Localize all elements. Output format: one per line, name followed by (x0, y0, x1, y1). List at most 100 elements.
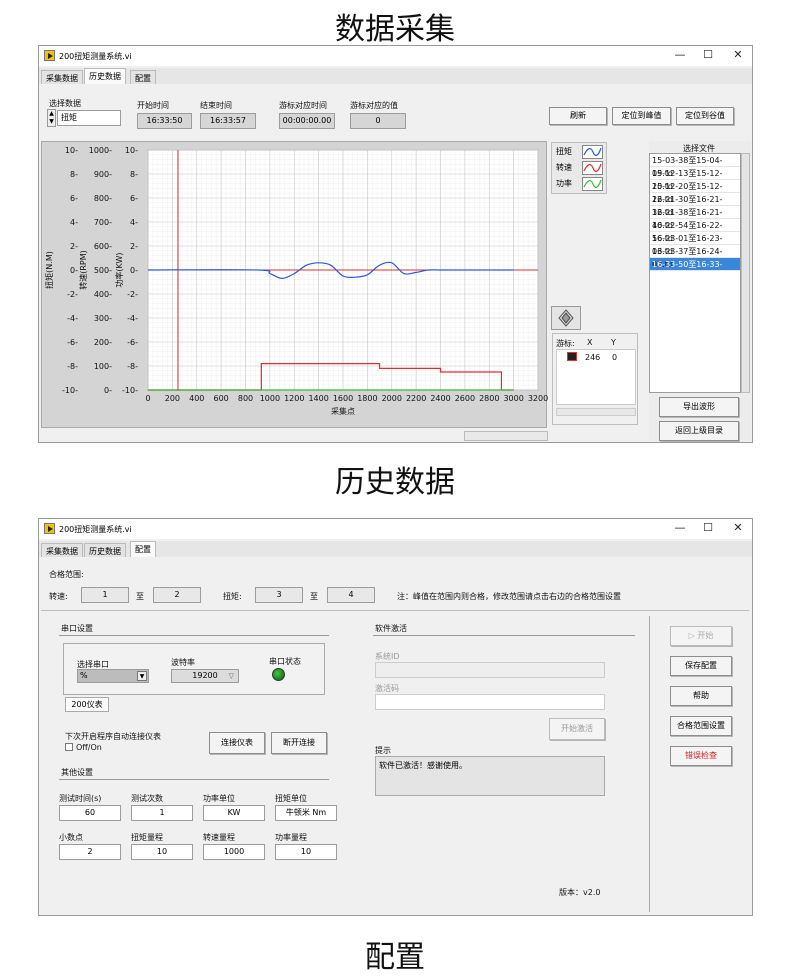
torque-unit-input[interactable]: 牛顿米 Nm (275, 805, 337, 821)
test-count-label: 测试次数 (131, 794, 163, 803)
select-data-value[interactable]: 扭矩 (57, 110, 121, 126)
x-tick-label: 2600 (455, 394, 475, 403)
decimal-input[interactable]: 2 (59, 844, 121, 860)
y-tick-label: 8- (130, 170, 138, 179)
export-waveform-button[interactable]: 导出波形 (659, 397, 739, 417)
maximize-button[interactable]: ☐ (699, 48, 717, 61)
file-list-scrollbar[interactable] (741, 153, 750, 393)
cursor-x-header: X (587, 338, 593, 347)
y-axis-label: 转速(RPM) (78, 250, 88, 290)
help-button[interactable]: 帮助 (670, 686, 732, 706)
locate-peak-button[interactable]: 定位到峰值 (612, 107, 671, 125)
legend-item-torque[interactable]: 扭矩 (556, 146, 572, 160)
chevron-down-icon[interactable]: ▽ (229, 670, 234, 682)
file-item[interactable]: 15-12-13至15-12-20.td (650, 167, 740, 191)
power-unit-input[interactable]: KW (203, 805, 265, 821)
connect-meter-button[interactable]: 连接仪表 (209, 732, 265, 754)
error-check-button[interactable]: 错误检查 (670, 746, 732, 766)
refresh-button[interactable]: 刷新 (549, 107, 607, 125)
tab-config[interactable]: 配置 (130, 70, 156, 84)
test-count-input[interactable]: 1 (131, 805, 193, 821)
test-time-input[interactable]: 60 (59, 805, 121, 821)
close-button[interactable]: ✕ (729, 521, 747, 534)
hint-box: 软件已激活！感谢使用。 (375, 756, 605, 796)
history-chart[interactable]: 0 200 400 600 800 1000 1200 1400 1600 1800 2000 220… (42, 142, 548, 429)
end-time-label: 结束时间 (200, 101, 232, 110)
power-range-input[interactable]: 10 (275, 844, 337, 860)
file-item[interactable]: 16-23-01至16-23-03.td (650, 232, 740, 256)
file-item[interactable]: 15-03-38至15-04-09.td (650, 154, 740, 178)
cursor-y-value[interactable]: 0 (612, 353, 617, 362)
file-item-selected[interactable]: 16-33-50至16-33-57.td (650, 258, 740, 282)
save-config-button[interactable]: 保存配置 (670, 656, 732, 676)
cursor-color-swatch[interactable] (567, 352, 577, 361)
spinner-down-icon[interactable]: ▼ (48, 118, 55, 126)
port-select[interactable]: % ▼ (77, 669, 149, 683)
torque-max-input[interactable]: 4 (327, 587, 375, 603)
activation-section-divider (373, 635, 635, 636)
torque-unit-label: 扭矩单位 (275, 794, 307, 803)
graph-palette[interactable] (551, 306, 581, 330)
y-tick-label: 300- (94, 314, 112, 323)
close-button[interactable]: ✕ (729, 48, 747, 61)
tab-config[interactable]: 配置 (130, 541, 156, 557)
port-status-led (272, 668, 285, 681)
activation-code-input[interactable] (375, 694, 605, 710)
spinner-up-icon[interactable]: ▲ (48, 110, 55, 118)
chevron-down-icon[interactable]: ▼ (137, 671, 147, 681)
auto-connect-checkbox[interactable] (65, 743, 73, 751)
legend-swatches (582, 145, 603, 191)
y-tick-label: 500- (94, 266, 112, 275)
other-section-title: 其他设置 (61, 768, 93, 777)
cursor-scrollbar[interactable] (556, 408, 636, 416)
baud-select[interactable]: 19200 ▽ (171, 669, 239, 683)
legend-item-speed[interactable]: 转速 (556, 162, 572, 176)
file-item[interactable]: 16-23-37至16-24-03.td (650, 245, 740, 269)
select-data-spinner[interactable]: ▲ ▼ (47, 109, 56, 127)
pan-zoom-icon[interactable] (552, 307, 580, 329)
back-to-parent-button[interactable]: 返回上级目录 (659, 421, 739, 441)
speed-min-input[interactable]: 1 (81, 587, 129, 603)
labview-icon (44, 50, 55, 61)
tab-history[interactable]: 历史数据 (84, 543, 126, 557)
auto-connect-label: 下次开启程序自动连接仪表 (65, 732, 161, 741)
torque-min-input[interactable]: 3 (255, 587, 303, 603)
cursor-y-header: Y (611, 338, 616, 347)
file-list[interactable]: 15-03-38至15-04-09.td 15-12-13至15-12-20.t… (649, 153, 741, 393)
y-tick-label: 0- (70, 266, 78, 275)
system-id-input[interactable] (375, 662, 605, 678)
disconnect-button[interactable]: 断开连接 (271, 732, 327, 754)
file-item[interactable]: 16-21-38至16-21-40.td (650, 206, 740, 230)
tab-history[interactable]: 历史数据 (84, 68, 126, 84)
locate-valley-button[interactable]: 定位到谷值 (676, 107, 734, 125)
heading-config: 配置 (365, 940, 425, 975)
file-item[interactable]: 15-12-20至15-12-22.td (650, 180, 740, 204)
baud-label: 波特率 (171, 658, 195, 667)
graph-scrollbar[interactable] (464, 431, 548, 441)
x-tick-label: 1800 (357, 394, 377, 403)
minimize-button[interactable]: — (671, 48, 689, 61)
x-tick-label: 2000 (382, 394, 402, 403)
x-tick-label: 3200 (528, 394, 548, 403)
speed-max-input[interactable]: 2 (153, 587, 201, 603)
start-button[interactable]: ▷ 开始 (670, 626, 732, 646)
torque-range-input[interactable]: 10 (131, 844, 193, 860)
file-item[interactable]: 16-22-54至16-22-56.td (650, 219, 740, 243)
activate-button[interactable]: 开始激活 (549, 718, 605, 740)
speed-range-input[interactable]: 1000 (203, 844, 265, 860)
x-tick-label: 2800 (479, 394, 499, 403)
x-tick-label: 1400 (308, 394, 328, 403)
maximize-button[interactable]: ☐ (699, 521, 717, 534)
y-tick-label: -10- (62, 386, 78, 395)
cursor-x-value[interactable]: 246 (585, 353, 600, 362)
minimize-button[interactable]: — (671, 521, 689, 534)
meter-tab[interactable]: 200仪表 (65, 697, 109, 712)
tab-acquisition[interactable]: 采集数据 (41, 543, 83, 557)
cursor-table: 246 0 (556, 349, 636, 405)
range-label: 合格范围: (49, 570, 84, 579)
qualified-range-button[interactable]: 合格范围设置 (670, 716, 732, 736)
legend-item-power[interactable]: 功率 (556, 178, 572, 192)
tab-acquisition[interactable]: 采集数据 (41, 70, 83, 84)
history-window: 200扭矩测量系统.vi — ☐ ✕ 采集数据 历史数据 配置 选择数据 ▲ ▼… (38, 45, 753, 443)
file-item[interactable]: 16-21-30至16-21-32.td (650, 193, 740, 217)
